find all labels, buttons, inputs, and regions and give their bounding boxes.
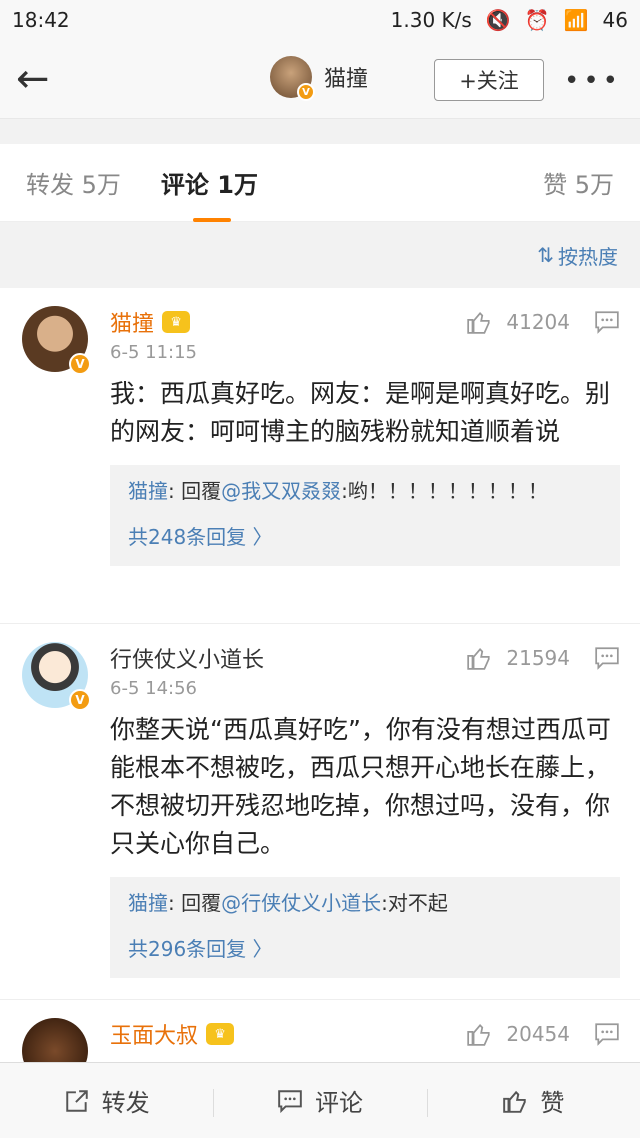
reply-mention[interactable]: @我又双叒叕 <box>221 479 341 503</box>
status-time: 18:42 <box>12 8 70 32</box>
like-count: 41204 <box>506 310 570 334</box>
status-bar: 18:42 1.30 K/s 🔇 ⏰ 📶 46 <box>0 0 640 40</box>
reply-text: :哟！！！！！！！！！ <box>341 479 548 503</box>
comment-label: 评论 <box>314 1089 363 1117</box>
reply-count-link[interactable]: 共248条回复 〉 <box>128 521 602 550</box>
comment-time: 6-5 14:56 <box>110 678 197 699</box>
tab-comment[interactable]: 评论 1万 <box>161 165 258 222</box>
thumb-up-icon[interactable] <box>466 1021 492 1047</box>
verified-badge-icon: V <box>69 353 91 375</box>
comment-item: V 猫撞 ♛ 41204 6-5 11:15 我：西瓜真好吃。网友：是啊是啊真好… <box>0 288 640 624</box>
comment-icon[interactable] <box>594 646 620 670</box>
avatar[interactable]: V <box>270 56 315 101</box>
tab-like[interactable]: 赞 5万 <box>543 165 614 200</box>
verified-badge-icon: V <box>297 83 315 101</box>
comment-icon[interactable] <box>594 310 620 334</box>
avatar[interactable]: V <box>22 306 91 375</box>
page-title: 猫撞 <box>324 67 369 92</box>
reply-author[interactable]: 猫撞 <box>128 891 168 915</box>
comment-time: 6-5 11:15 <box>110 342 197 363</box>
tab-repost[interactable]: 转发 5万 <box>26 165 121 200</box>
comment-text: 你整天说“西瓜真好吃”，你有没有想过西瓜可能根本不想被吃，西瓜只想开心地长在藤上… <box>110 715 611 858</box>
comment-icon <box>278 1089 302 1113</box>
thumb-up-icon[interactable] <box>466 309 492 335</box>
sort-bar: ⇅ 按热度 <box>0 222 640 288</box>
thumb-up-icon[interactable] <box>466 645 492 671</box>
avatar[interactable]: V <box>22 642 91 711</box>
reply-mention[interactable]: @行侠仗义小道长 <box>221 891 381 915</box>
repost-label: 转发 <box>101 1089 150 1117</box>
sort-button[interactable]: 按热度 <box>558 241 618 270</box>
comment-button[interactable]: 评论 <box>213 1083 426 1118</box>
crown-icon: ♛ <box>206 1023 235 1045</box>
comment-icon[interactable] <box>594 1022 620 1046</box>
like-button[interactable]: 赞 <box>426 1083 640 1118</box>
reply-prefix: : 回覆 <box>168 479 222 503</box>
comment-text: 我：西瓜真好吃。网友：是啊是啊真好吃。别的网友：呵呵博主的脑残粉就知道顺着说 <box>110 379 611 446</box>
like-count: 21594 <box>506 646 570 670</box>
wifi-icon: 📶 <box>563 8 589 32</box>
network-speed: 1.30 K/s <box>390 8 472 32</box>
like-count: 20454 <box>506 1022 570 1046</box>
repost-button[interactable]: 转发 <box>0 1083 213 1118</box>
verified-badge-icon: V <box>69 689 91 711</box>
sort-icon: ⇅ <box>537 243 554 267</box>
reply-text: :对不起 <box>381 891 448 915</box>
navigation-bar: ← V 猫撞 +关注 ••• <box>0 40 640 118</box>
share-icon <box>65 1089 88 1112</box>
comment-item: V 行侠仗义小道长 21594 6-5 14:56 你整天说“西瓜真好吃”，你有… <box>0 624 640 1000</box>
reply-box[interactable]: 猫撞: 回覆@行侠仗义小道长:对不起 共296条回复 〉 <box>110 877 620 978</box>
comment-author[interactable]: 玉面大叔 <box>110 1018 198 1050</box>
reply-prefix: : 回覆 <box>168 891 222 915</box>
alarm-icon: ⏰ <box>524 8 550 32</box>
battery-level: 46 <box>602 8 628 32</box>
back-arrow-icon[interactable]: ← <box>16 56 76 102</box>
comment-author[interactable]: 行侠仗义小道长 <box>110 642 264 674</box>
follow-button[interactable]: +关注 <box>434 59 544 101</box>
reply-box[interactable]: 猫撞: 回覆@我又双叒叕:哟！！！！！！！！！ 共248条回复 〉 <box>110 465 620 566</box>
more-icon[interactable]: ••• <box>564 66 622 96</box>
divider <box>0 118 640 144</box>
mute-icon: 🔇 <box>485 8 511 32</box>
thumb-up-icon <box>503 1090 527 1113</box>
bottom-action-bar: 转发 评论 赞 <box>0 1062 640 1138</box>
like-label: 赞 <box>540 1089 565 1117</box>
comment-author[interactable]: 猫撞 <box>110 306 154 338</box>
reply-author[interactable]: 猫撞 <box>128 479 168 503</box>
crown-icon: ♛ <box>162 311 191 333</box>
tab-bar: 转发 5万 评论 1万 赞 5万 <box>0 144 640 222</box>
reply-count-link[interactable]: 共296条回复 〉 <box>128 933 602 962</box>
